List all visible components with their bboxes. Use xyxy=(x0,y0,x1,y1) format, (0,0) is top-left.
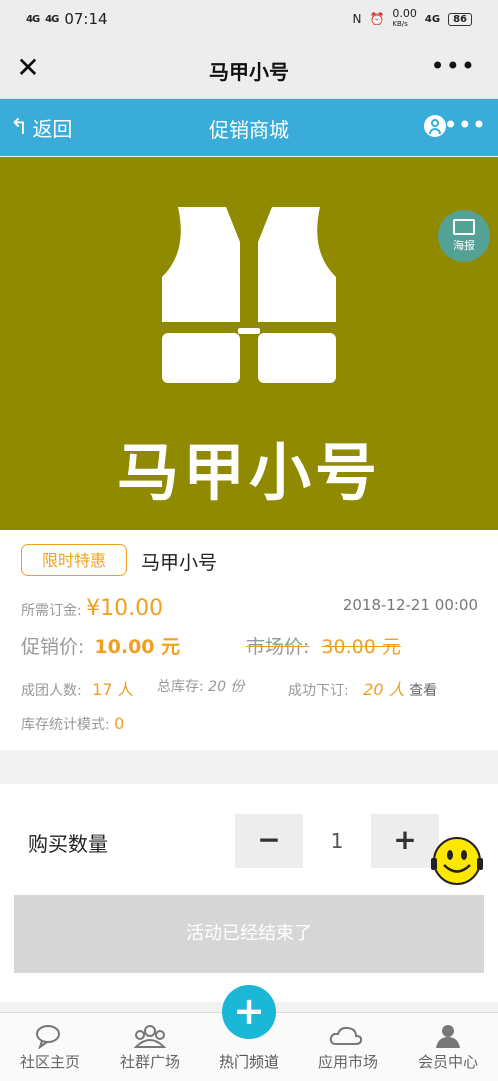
status-bar: 4G 4G 07:14 N ⏰ 0.00 KB/s 4G 86 xyxy=(0,0,498,40)
tab-app-market[interactable]: 应用市场 xyxy=(298,1013,398,1081)
poster-label: 海报 xyxy=(453,239,475,252)
plus-button[interactable]: + xyxy=(222,985,276,1039)
promo-price-row: 促销价: 10.00 元 xyxy=(21,636,181,658)
total-stock: 总库存: 20 份 xyxy=(157,679,245,695)
activity-ended-button[interactable]: 活动已经结束了 xyxy=(14,895,484,973)
limited-offer-badge: 限时特惠 xyxy=(21,544,127,576)
deposit-row: 所需订金: ¥10.00 xyxy=(21,596,164,621)
end-date: 2018-12-21 00:00 xyxy=(342,596,478,614)
tab-community-home[interactable]: 社区主页 xyxy=(0,1013,100,1081)
chat-icon xyxy=(36,1025,60,1049)
more-menu-icon[interactable]: ••• xyxy=(431,52,476,80)
quantity-stepper: − 1 + xyxy=(235,814,439,868)
nav-bar: ↰ 返回 促销商城 ••• xyxy=(0,99,498,156)
brand-text: 马甲小号 xyxy=(116,436,381,509)
increase-button[interactable]: + xyxy=(371,814,439,868)
signal-icon: 4G xyxy=(45,13,59,25)
window-title-bar: ✕ 马甲小号 ••• xyxy=(0,40,498,99)
quantity-label: 购买数量 xyxy=(28,832,108,856)
network-speed: 0.00 KB/s xyxy=(392,7,417,28)
signal-icon: 4G xyxy=(26,13,40,25)
product-name: 马甲小号 xyxy=(141,552,218,574)
purchase-panel: 购买数量 − 1 + 活动已经结束了 xyxy=(0,784,498,1002)
view-link[interactable]: 查看 xyxy=(409,683,437,699)
user-icon xyxy=(436,1025,460,1048)
poster-button[interactable]: 海报 xyxy=(438,210,490,262)
image-icon xyxy=(453,219,475,235)
cloud-icon xyxy=(329,1026,363,1045)
network-type: 4G xyxy=(424,13,441,25)
nfc-icon: N xyxy=(352,12,362,26)
customer-service-icon[interactable] xyxy=(430,834,484,888)
market-price: 30.00 元 xyxy=(321,636,401,658)
product-image: 马甲小号 xyxy=(0,157,498,530)
market-price-row: 市场价: 30.00 元 xyxy=(246,636,401,658)
window-title: 马甲小号 xyxy=(209,60,289,84)
promo-price: 10.00 元 xyxy=(94,636,181,658)
quantity-input[interactable]: 1 xyxy=(303,814,371,868)
deposit-value: ¥10.00 xyxy=(86,596,164,621)
product-info: 限时特惠 马甲小号 所需订金: ¥10.00 2018-12-21 00:00 … xyxy=(0,530,498,750)
more-icon[interactable]: ••• xyxy=(444,111,486,139)
group-icon xyxy=(133,1025,167,1048)
tab-member-center[interactable]: 会员中心 xyxy=(398,1013,498,1081)
tab-group-square[interactable]: 社群广场 xyxy=(100,1013,200,1081)
stock-mode: 库存统计模式: 0 xyxy=(21,714,125,733)
orders-count: 成功下订: 20 人 查看 xyxy=(288,680,438,699)
group-size: 成团人数: 17 人 xyxy=(21,680,134,699)
decrease-button[interactable]: − xyxy=(235,814,303,868)
clock: 07:14 xyxy=(64,10,108,28)
battery-icon: 86 xyxy=(448,12,472,26)
alarm-icon: ⏰ xyxy=(369,12,385,26)
